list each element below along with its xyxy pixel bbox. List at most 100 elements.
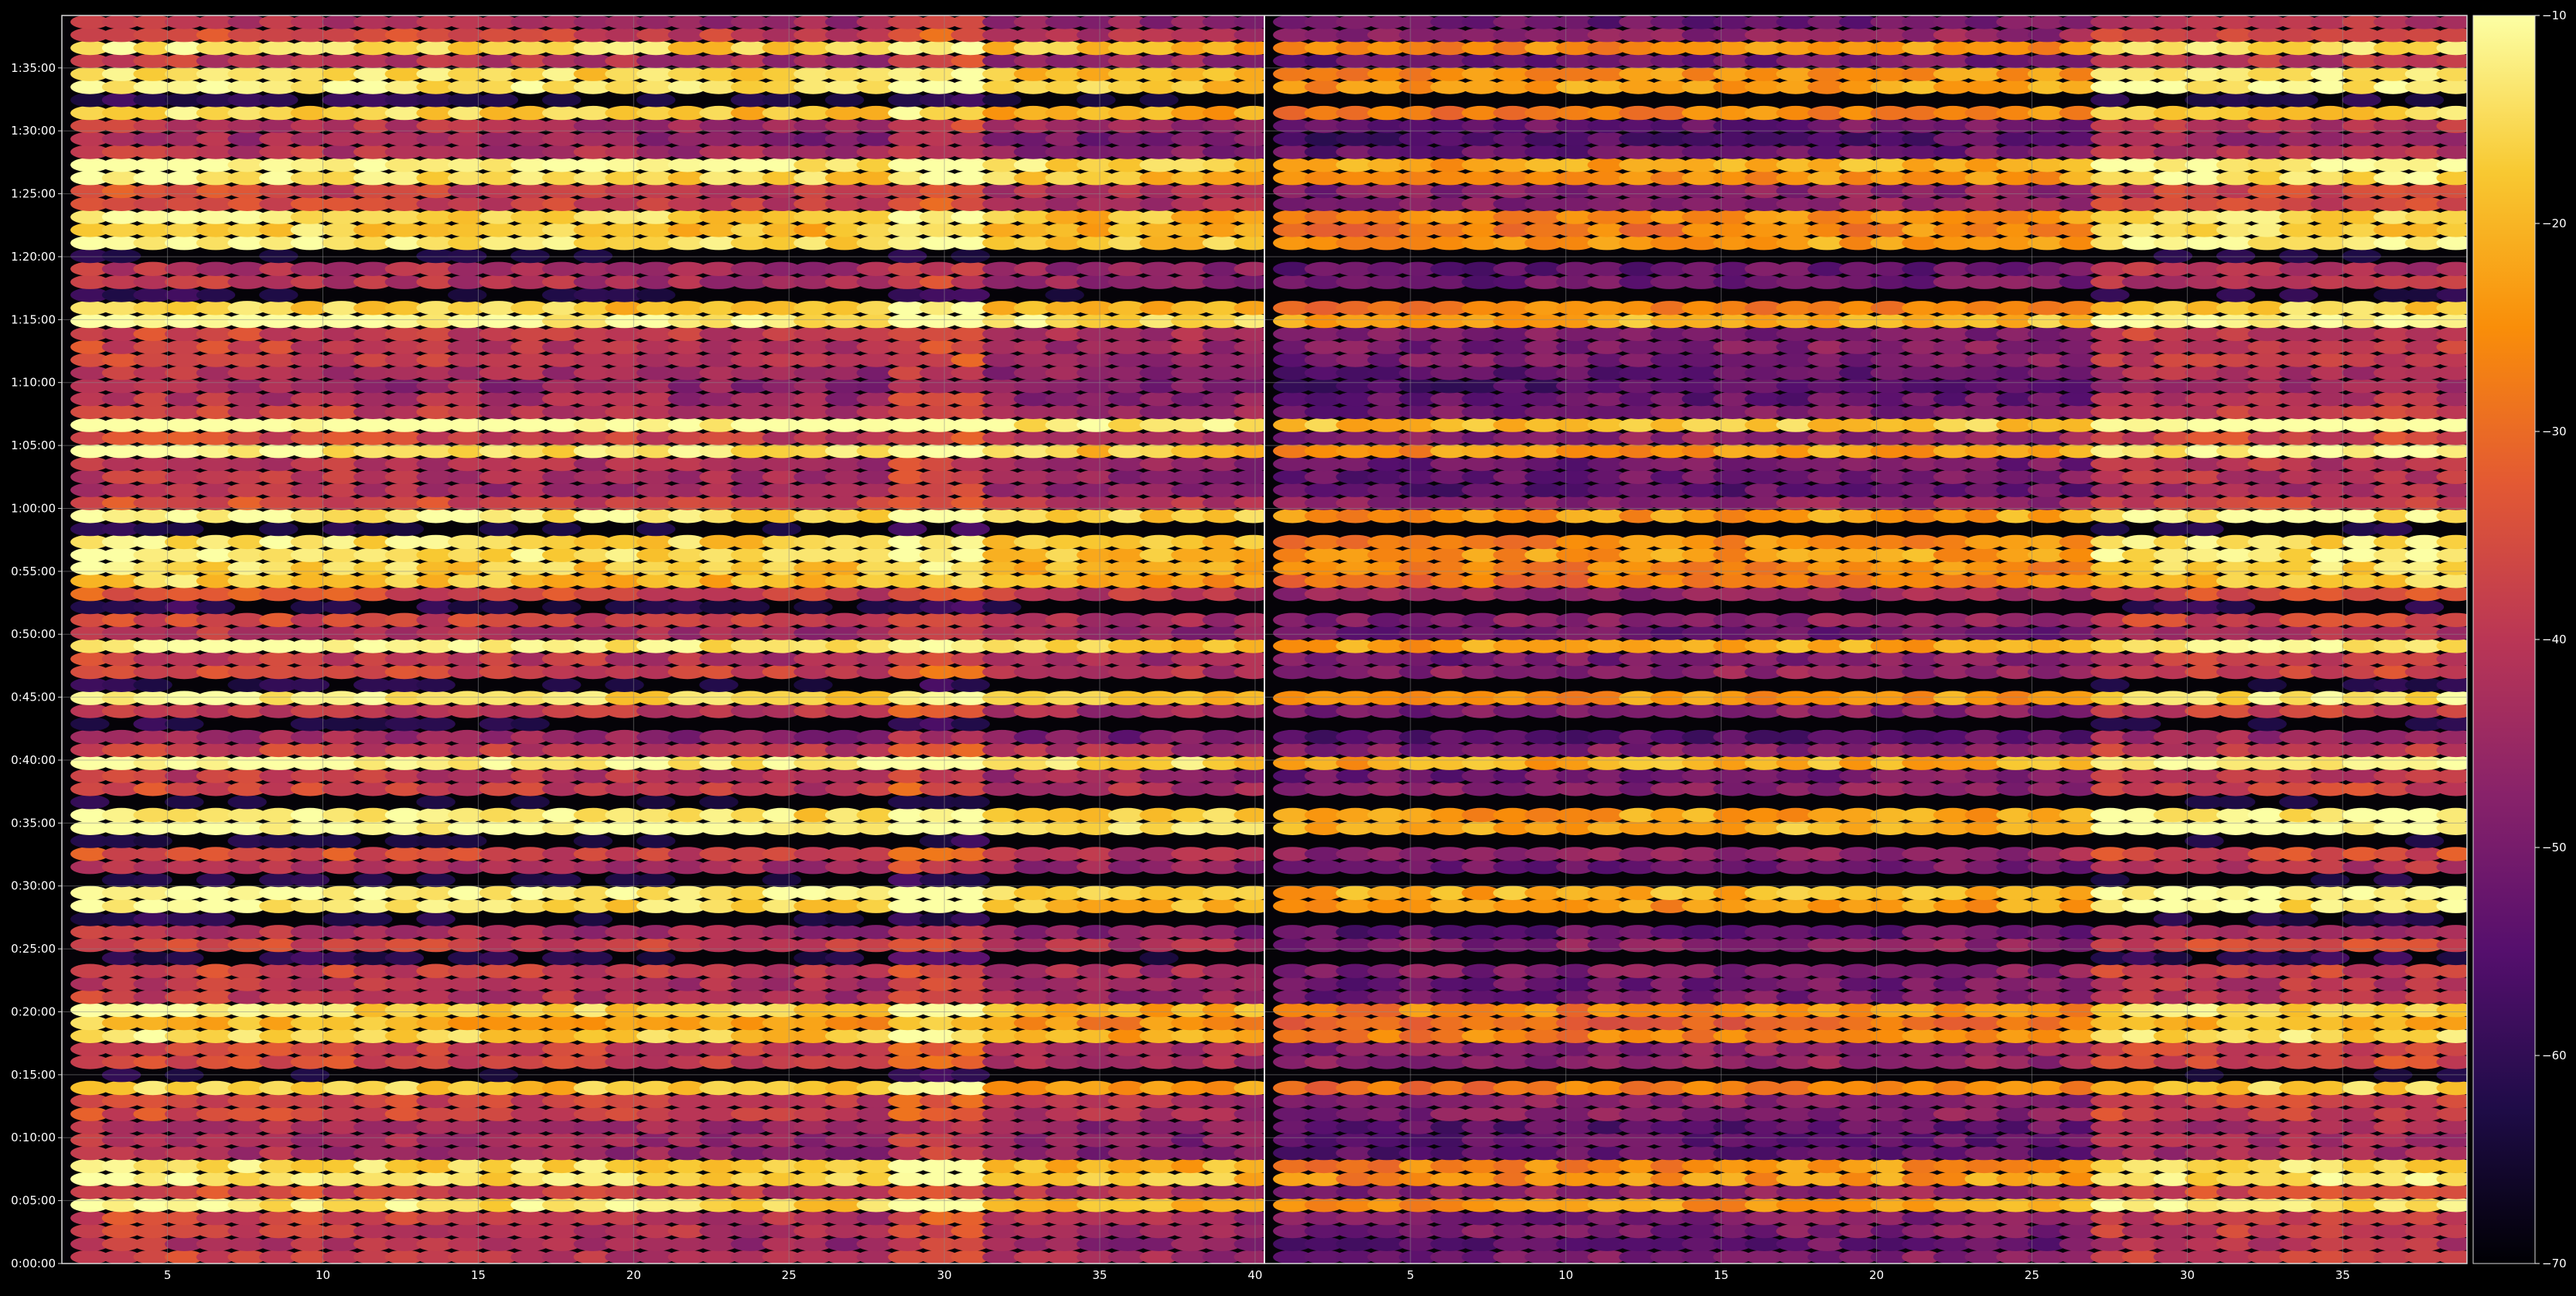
heat-cell <box>2437 925 2475 939</box>
heat-cell <box>2437 990 2475 1004</box>
heat-cell <box>448 834 486 848</box>
heat-cell <box>825 912 864 926</box>
chart-svg: 51015202530354051015202530350:00:000:05:… <box>0 0 2576 1293</box>
heat-cell <box>2437 626 2475 639</box>
heat-cell <box>2405 834 2444 848</box>
heat-cell <box>951 522 990 536</box>
heat-cell <box>2437 1003 2475 1017</box>
heat-cell <box>2437 964 2475 978</box>
heat-cell <box>2248 678 2287 692</box>
heat-cell <box>731 600 769 614</box>
heat-cell <box>2437 704 2475 718</box>
heat-cell <box>385 951 424 965</box>
heat-cell <box>2437 951 2475 965</box>
heat-cell <box>2437 1081 2475 1095</box>
heat-cell <box>2437 1211 2475 1225</box>
heat-cell <box>982 600 1021 614</box>
heat-cell <box>542 522 581 536</box>
heat-cell <box>70 795 109 809</box>
heat-cell <box>2437 1094 2475 1108</box>
heat-cell <box>2154 912 2192 926</box>
heat-cell <box>542 678 581 692</box>
heat-cell <box>763 93 801 107</box>
heat-cell <box>951 834 990 848</box>
heat-cell <box>2437 899 2475 913</box>
heat-cell <box>2090 678 2129 692</box>
heat-cell <box>165 522 203 536</box>
heat-cell <box>574 834 612 848</box>
heat-cell <box>636 522 675 536</box>
heat-cell <box>636 288 675 302</box>
heat-cell <box>574 951 612 965</box>
heat-cell <box>2437 769 2475 783</box>
heat-cell <box>2437 665 2475 679</box>
heat-cell <box>2437 730 2475 744</box>
heat-cell <box>982 93 1021 107</box>
heat-cell <box>2437 1172 2475 1186</box>
heat-cell <box>2373 951 2412 965</box>
heat-cell <box>2437 938 2475 952</box>
heat-cell <box>2279 912 2318 926</box>
heat-cell <box>574 249 612 263</box>
heat-cell <box>1076 93 1115 107</box>
heat-cell <box>2437 743 2475 757</box>
heat-cell <box>2405 912 2444 926</box>
heat-cell <box>793 600 832 614</box>
heat-cell <box>636 873 675 887</box>
heat-cell <box>951 873 990 887</box>
heat-cell <box>636 795 675 809</box>
heat-cell <box>699 678 738 692</box>
heat-cell <box>763 522 801 536</box>
heat-cell <box>2311 873 2349 887</box>
heat-cell <box>2437 977 2475 991</box>
heat-cell <box>2437 678 2475 692</box>
heat-cell <box>510 249 549 263</box>
heat-cell <box>636 951 675 965</box>
heat-cell <box>448 249 486 263</box>
heat-cell <box>951 951 990 965</box>
heat-cell <box>2216 600 2255 614</box>
heat-cell <box>196 873 235 887</box>
heat-cell <box>574 912 612 926</box>
heat-cell <box>416 795 455 809</box>
heat-cell <box>2437 756 2475 770</box>
heat-cell <box>196 912 235 926</box>
heat-cell <box>2216 795 2255 809</box>
heat-cell <box>2185 834 2223 848</box>
heat-cell <box>165 795 203 809</box>
heat-cell <box>793 678 832 692</box>
heat-cell <box>2437 1133 2475 1147</box>
heat-cell <box>2437 613 2475 627</box>
heatmap-panel-left <box>62 15 1273 1264</box>
heat-cell <box>416 678 455 692</box>
heat-cell <box>542 600 581 614</box>
heat-cell <box>636 93 675 107</box>
heat-cell <box>2437 1016 2475 1030</box>
heat-cell <box>2437 782 2475 796</box>
heat-cell <box>2437 1120 2475 1134</box>
heat-cell <box>2437 652 2475 666</box>
heat-cell <box>2437 808 2475 822</box>
heat-cell <box>2437 1042 2475 1056</box>
heat-cell <box>2437 1055 2475 1069</box>
heat-cell <box>1140 951 1179 965</box>
heat-cell <box>2437 1198 2475 1212</box>
spectrogram-figure: 51015202530354051015202530350:00:000:05:… <box>0 0 2576 1293</box>
heat-cell <box>416 717 455 731</box>
heat-cell <box>102 249 141 263</box>
heat-cell <box>196 288 235 302</box>
heat-cell <box>542 93 581 107</box>
heat-cell <box>2437 1029 2475 1043</box>
heat-cell <box>2437 1185 2475 1199</box>
heat-cell <box>951 912 990 926</box>
heat-cell <box>2279 795 2318 809</box>
heat-cell <box>416 873 455 887</box>
heat-cell <box>479 522 518 536</box>
heat-cell <box>510 717 549 731</box>
heat-cell <box>2437 1146 2475 1160</box>
heat-cell <box>353 873 392 887</box>
heat-cell <box>227 795 266 809</box>
heat-cell <box>2248 717 2287 731</box>
heat-cell <box>2437 717 2475 731</box>
heat-cell <box>70 717 109 731</box>
